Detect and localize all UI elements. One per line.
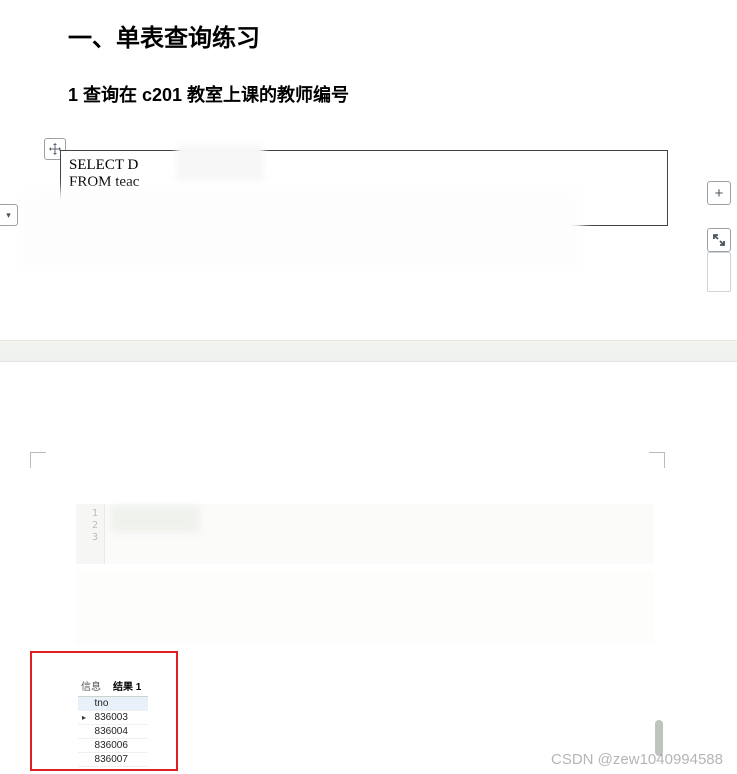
page-divider	[0, 340, 737, 362]
editor-empty-area	[76, 570, 654, 644]
result-header: tno	[91, 697, 148, 711]
section-heading: 一、单表查询练习	[68, 18, 737, 53]
line-number: 2	[76, 520, 98, 532]
sql-line-2: FROM teac	[69, 174, 659, 191]
sql-line-1a: SELECT D	[69, 157, 138, 173]
expand-icon	[712, 233, 726, 247]
result-cell[interactable]: 836006	[91, 739, 148, 753]
page-margin-corner	[30, 452, 46, 468]
question-text: 查询在 c201 教室上课的教师编号	[78, 85, 349, 105]
obscured-region	[22, 190, 582, 270]
chevron-down-icon: ▾	[6, 210, 11, 221]
result-table: tno ▸836003 836004 836006 836007	[78, 697, 148, 767]
watermark: CSDN @zew1040994588	[551, 751, 723, 768]
question-number: 1	[68, 85, 78, 105]
expand-button[interactable]	[707, 228, 731, 252]
page-margin-corner	[649, 452, 665, 468]
line-number: 3	[76, 532, 98, 544]
result-cell[interactable]: 836003	[91, 711, 148, 725]
question-heading: 1 查询在 c201 教室上课的教师编号	[68, 81, 737, 107]
obscured-region	[111, 506, 199, 532]
tab-result[interactable]: 结果 1	[110, 677, 144, 694]
code-editor: 1 2 3	[76, 504, 654, 564]
tab-info[interactable]: 信息	[78, 677, 104, 694]
add-button[interactable]: +	[707, 181, 731, 205]
line-number: 1	[76, 508, 98, 520]
side-dock-panel[interactable]	[707, 252, 731, 292]
result-tabs: 信息 结果 1	[78, 677, 148, 697]
result-cell[interactable]: 836004	[91, 725, 148, 739]
left-dropdown[interactable]: ▾	[0, 204, 18, 226]
editor-gutter: 1 2 3	[76, 504, 104, 548]
editor-code-area[interactable]	[104, 504, 654, 564]
result-highlight-box: 信息 结果 1 tno ▸836003 836004 836006 836007	[30, 651, 178, 771]
plus-icon: +	[715, 185, 724, 202]
obscured-region	[176, 145, 264, 181]
result-cell[interactable]: 836007	[91, 753, 148, 767]
